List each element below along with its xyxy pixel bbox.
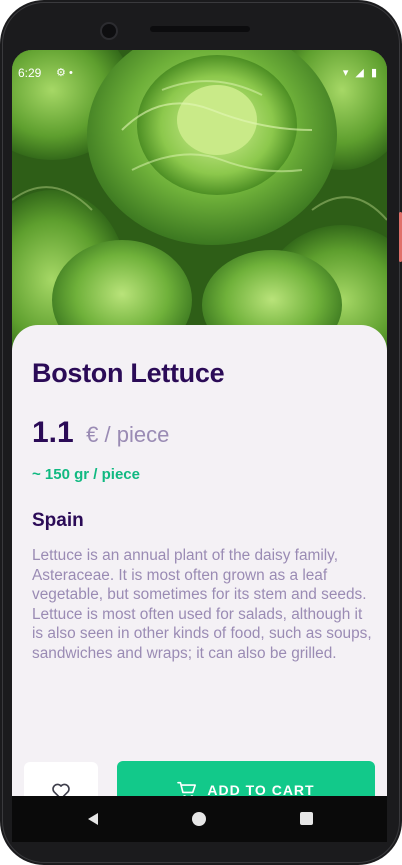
status-time: 6:29	[18, 66, 42, 80]
system-nav-bar	[12, 796, 387, 842]
heart-icon	[52, 783, 70, 796]
weight-per-piece: ~ 150 gr / piece	[32, 466, 140, 483]
home-icon[interactable]	[192, 812, 206, 826]
dot-icon: •	[68, 67, 73, 79]
product-description: Lettuce is an annual plant of the daisy …	[32, 547, 372, 662]
status-bar: 6:29 ⚙ • ▾ ◢ ▮	[12, 62, 387, 84]
front-camera	[100, 22, 118, 40]
back-icon[interactable]	[86, 812, 100, 826]
product-title: Boston Lettuce	[32, 358, 225, 388]
status-left-icons: ⚙ •	[56, 66, 73, 79]
signal-icon: ◢	[355, 67, 366, 79]
app-screen: 6:29 ⚙ • ▾ ◢ ▮ Boston Lettuce 1.1 € / pi…	[12, 50, 387, 796]
lettuce-illustration	[12, 50, 387, 350]
product-image[interactable]: 6:29 ⚙ • ▾ ◢ ▮	[12, 50, 387, 350]
phone-frame: 6:29 ⚙ • ▾ ◢ ▮ Boston Lettuce 1.1 € / pi…	[0, 0, 402, 865]
earpiece-speaker	[150, 26, 250, 32]
favorite-button[interactable]	[24, 762, 98, 796]
price-value: 1.1	[32, 416, 74, 449]
origin-country: Spain	[32, 510, 84, 531]
add-to-cart-button[interactable]: ADD TO CART	[117, 761, 375, 796]
gear-icon: ⚙	[56, 67, 66, 79]
price-unit: € / piece	[86, 422, 170, 447]
wifi-icon: ▾	[342, 67, 351, 79]
cart-icon	[177, 781, 197, 796]
battery-icon: ▮	[370, 67, 379, 79]
add-to-cart-label: ADD TO CART	[207, 782, 315, 796]
price-row: 1.1 € / piece	[32, 416, 169, 450]
status-right-icons: ▾ ◢ ▮	[343, 66, 379, 79]
product-details-card: Boston Lettuce 1.1 € / piece ~ 150 gr / …	[12, 325, 387, 796]
recents-icon[interactable]	[300, 812, 313, 825]
